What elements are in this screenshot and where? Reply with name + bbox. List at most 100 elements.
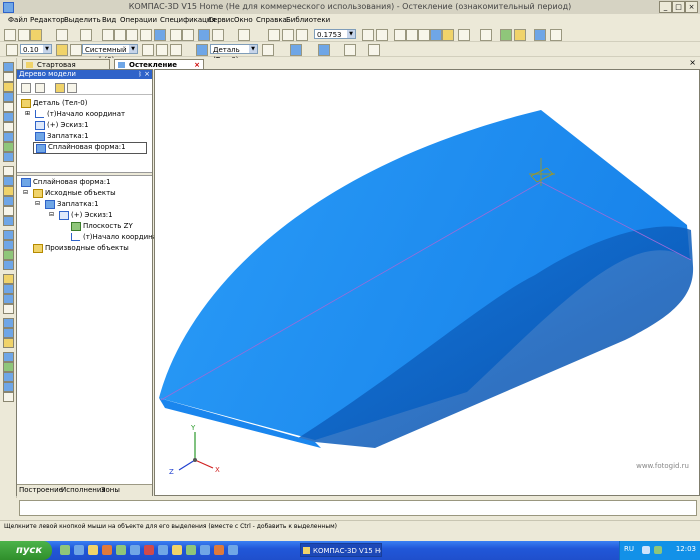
redo-icon[interactable] <box>182 29 194 41</box>
manager-icon[interactable] <box>154 29 166 41</box>
library-icon[interactable] <box>212 29 224 41</box>
rel-item-derived-objects[interactable]: Производные объекты <box>33 244 129 253</box>
chevron-down-icon[interactable]: ▼ <box>43 45 51 53</box>
tab-versions[interactable]: Исполнения <box>61 486 106 494</box>
surface-icon[interactable] <box>318 44 330 56</box>
layer-props-icon[interactable] <box>142 44 154 56</box>
tool-24-icon[interactable] <box>3 304 14 314</box>
tool-10-icon[interactable] <box>3 152 14 162</box>
minimize-button[interactable]: _ <box>659 1 672 13</box>
shaded-edges-icon[interactable] <box>442 29 454 41</box>
tool-2-icon[interactable] <box>3 72 14 82</box>
quicklaunch-11-icon[interactable] <box>200 545 210 555</box>
copy-icon[interactable] <box>114 29 126 41</box>
filter-icon[interactable] <box>480 29 492 41</box>
snap-icon[interactable] <box>500 29 512 41</box>
line-width-field[interactable]: 0.10 ▼ <box>20 44 52 54</box>
tree-sort-icon[interactable] <box>35 83 45 93</box>
orient-icon[interactable] <box>170 44 182 56</box>
tool-5-icon[interactable] <box>3 102 14 112</box>
quicklaunch-8-icon[interactable] <box>158 545 168 555</box>
layer-field[interactable]: Системный слой (0)▼ <box>82 44 138 64</box>
tray-network-icon[interactable] <box>654 546 662 554</box>
tree-mode-icon[interactable] <box>21 83 31 93</box>
collapse-icon[interactable]: ⊟ <box>35 200 40 207</box>
tool-17-icon[interactable] <box>3 230 14 240</box>
tree-item-origin[interactable]: ⊞ (т)Начало координат <box>25 110 125 118</box>
tab-build[interactable]: Построение <box>19 486 63 494</box>
menu-operations[interactable]: Операции <box>120 16 157 24</box>
tab-zones[interactable]: Зоны <box>101 486 120 494</box>
orientation-icon[interactable] <box>376 29 388 41</box>
folder-icon[interactable] <box>30 29 42 41</box>
tool-18-icon[interactable] <box>3 240 14 250</box>
tool-25-icon[interactable] <box>3 318 14 328</box>
cut-icon[interactable] <box>102 29 114 41</box>
open-icon[interactable] <box>18 29 30 41</box>
layer-icon[interactable] <box>70 44 82 56</box>
print-icon[interactable] <box>56 29 68 41</box>
perspective-icon[interactable] <box>458 29 470 41</box>
taskbar-item-kompas[interactable]: КОМПАС-3D V15 Ho... <box>300 543 382 557</box>
property-box[interactable] <box>19 500 697 516</box>
tool-4-icon[interactable] <box>3 92 14 102</box>
maximize-button[interactable]: □ <box>672 1 685 13</box>
chevron-down-icon[interactable]: ▼ <box>249 45 257 53</box>
start-button[interactable]: пуск <box>0 541 52 560</box>
rel-item-sketch[interactable]: ⊟ (+) Эскиз:1 <box>49 211 113 220</box>
layer-icon[interactable] <box>514 29 526 41</box>
model-canvas[interactable]: Y X Z <box>155 70 700 496</box>
menu-service[interactable]: Сервис <box>208 16 234 24</box>
tool-11-icon[interactable] <box>3 166 14 176</box>
wireframe-icon[interactable] <box>406 29 418 41</box>
body-icon[interactable] <box>290 44 302 56</box>
edit-icon[interactable] <box>344 44 356 56</box>
format-icon[interactable] <box>140 29 152 41</box>
tool-28-icon[interactable] <box>3 352 14 362</box>
tool-26-icon[interactable] <box>3 328 14 338</box>
menu-help[interactable]: Справка <box>256 16 287 24</box>
tool-32-icon[interactable] <box>3 392 14 402</box>
help-icon[interactable] <box>238 29 250 41</box>
tree-item-detail[interactable]: Деталь (Тел-0) <box>21 99 87 108</box>
rel-item-source-objects[interactable]: ⊟ Исходные объекты <box>23 189 116 198</box>
menu-window[interactable]: Окно <box>234 16 253 24</box>
menu-libraries[interactable]: Библиотеки <box>286 16 330 24</box>
layer-state-icon[interactable] <box>56 44 68 56</box>
tool-6-icon[interactable] <box>3 112 14 122</box>
collapse-icon[interactable]: ⊟ <box>49 211 54 218</box>
quicklaunch-13-icon[interactable] <box>228 545 238 555</box>
tool-21-icon[interactable] <box>3 274 14 284</box>
quicklaunch-9-icon[interactable] <box>172 545 182 555</box>
rel-item-plane-zy[interactable]: Плоскость ZY <box>71 222 133 231</box>
tree-view-icon[interactable] <box>67 83 77 93</box>
tree-item-spline-form[interactable]: Сплайновая форма:1 <box>33 142 147 154</box>
toolbar-extra-icon[interactable] <box>550 29 562 41</box>
rotate-icon[interactable] <box>362 29 374 41</box>
tool-8-icon[interactable] <box>3 132 14 142</box>
tool-27-icon[interactable] <box>3 338 14 348</box>
menu-file[interactable]: Файл <box>8 16 27 24</box>
detail-props-icon[interactable] <box>262 44 274 56</box>
preview-icon[interactable] <box>80 29 92 41</box>
tool-16-icon[interactable] <box>3 216 14 226</box>
model-viewport[interactable]: Y X Z www.fotogid.ru <box>154 69 700 496</box>
quicklaunch-5-icon[interactable] <box>116 545 126 555</box>
quicklaunch-3-icon[interactable] <box>88 545 98 555</box>
tool-31-icon[interactable] <box>3 382 14 392</box>
tree-item-sketch[interactable]: (+) Эскиз:1 <box>35 121 89 130</box>
tool-12-icon[interactable] <box>3 176 14 186</box>
tool-1-icon[interactable] <box>3 62 14 72</box>
measure-icon[interactable] <box>534 29 546 41</box>
detail-field[interactable]: Деталь (Тел-0)▼ <box>210 44 258 64</box>
language-indicator[interactable]: RU <box>624 545 634 553</box>
paste-icon[interactable] <box>126 29 138 41</box>
quicklaunch-4-icon[interactable] <box>102 545 112 555</box>
rel-item-origin[interactable]: (т)Начало координат <box>71 233 161 241</box>
close-panel-icon[interactable]: × <box>144 70 150 79</box>
grid-icon[interactable] <box>6 44 18 56</box>
tool-3-icon[interactable] <box>3 82 14 92</box>
quicklaunch-10-icon[interactable] <box>186 545 196 555</box>
quicklaunch-2-icon[interactable] <box>74 545 84 555</box>
rel-item-spline-form[interactable]: Сплайновая форма:1 <box>21 178 111 187</box>
